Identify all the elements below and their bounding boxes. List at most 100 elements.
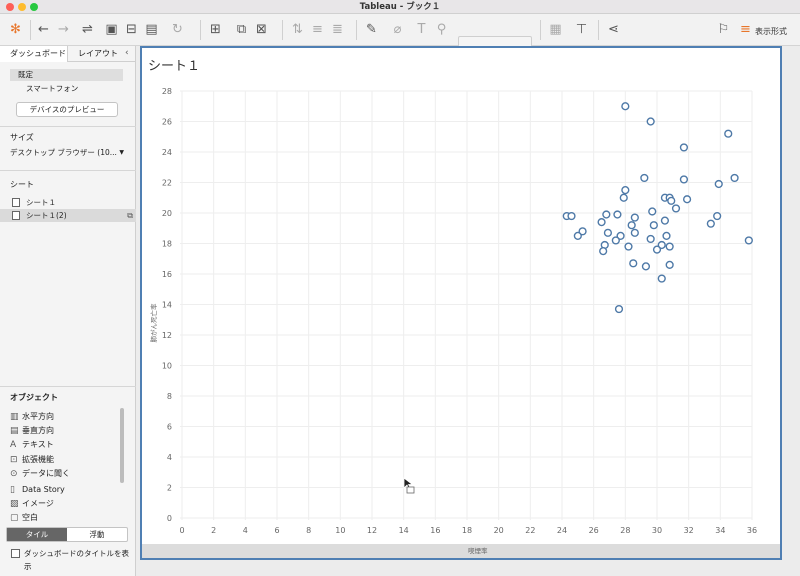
object-text[interactable]: A テキスト [10, 438, 54, 451]
scatter-point[interactable] [665, 242, 674, 251]
objects-scrollbar[interactable] [120, 408, 124, 483]
clear-icon[interactable]: ⊠ [254, 23, 269, 37]
collapse-icon[interactable]: ‹ [125, 48, 129, 58]
show-title-checkbox[interactable] [11, 549, 20, 558]
close-window-icon[interactable] [6, 3, 14, 11]
device-default[interactable]: 既定 [10, 69, 123, 81]
forward-icon[interactable]: → [56, 23, 71, 37]
minimize-window-icon[interactable] [18, 3, 26, 11]
x-tick-label: 36 [747, 526, 757, 535]
paperclip-icon[interactable]: ⌀ [390, 23, 405, 37]
scatter-point[interactable] [629, 259, 638, 268]
sheet-item[interactable]: シート１(2) ⧉ [0, 209, 136, 222]
duplicate-icon[interactable]: ⧉ [234, 23, 249, 37]
back-icon[interactable]: ← [36, 23, 51, 37]
scatter-point[interactable] [627, 221, 636, 230]
scatter-point[interactable] [646, 117, 655, 126]
scatter-point[interactable] [619, 193, 628, 202]
float-tab[interactable]: 浮動 [67, 528, 127, 541]
scatter-point[interactable] [730, 173, 739, 183]
paint-icon[interactable]: ⚐ [716, 23, 731, 37]
scatter-point[interactable] [597, 218, 606, 227]
scatter-point[interactable] [713, 211, 722, 221]
object-blank[interactable]: ▢ 空白 [10, 511, 38, 524]
new-datasource-icon[interactable]: ⊟ [124, 23, 139, 37]
scatter-point[interactable] [567, 211, 576, 221]
scatter-point[interactable] [671, 204, 681, 213]
scatter-point[interactable] [679, 143, 689, 152]
show-me-icon[interactable]: ≡ [738, 23, 753, 37]
size-select[interactable]: デスクトップ ブラウザー (10... ▼ [10, 147, 126, 159]
scatter-point[interactable] [630, 213, 639, 222]
scatter-point[interactable] [646, 234, 655, 244]
fit-icon[interactable]: ▦ [548, 23, 563, 37]
object-horizontal[interactable]: ▥ 水平方向 [10, 410, 54, 423]
scatter-point[interactable] [744, 236, 753, 245]
object-data-story[interactable]: ▯ Data Story [10, 483, 65, 496]
scatter-point[interactable] [657, 274, 666, 283]
share-icon[interactable]: ⋖ [606, 23, 621, 37]
x-tick-label: 2 [211, 526, 216, 535]
tile-tab[interactable]: タイル [7, 528, 67, 541]
open-sheet-icon[interactable]: ⧉ [127, 209, 133, 222]
scatter-point[interactable] [603, 228, 613, 237]
scatter-point[interactable] [660, 216, 670, 225]
tableau-logo-icon[interactable]: ✻ [8, 23, 23, 37]
scatter-point[interactable] [682, 195, 692, 204]
new-sheet-icon[interactable]: ⊞ [208, 23, 223, 37]
scatter-point[interactable] [652, 245, 662, 254]
save-icon[interactable]: ▣ [104, 23, 119, 37]
scatter-point[interactable] [714, 179, 723, 189]
object-extension[interactable]: ⊡ 拡張機能 [10, 453, 54, 466]
connect-icon[interactable]: ⇌ [80, 23, 95, 37]
scatter-point[interactable] [649, 221, 658, 230]
device-preview-button[interactable]: デバイスのプレビュー [16, 102, 118, 117]
swap-icon[interactable]: ⇅ [290, 23, 305, 37]
scatter-point[interactable] [641, 262, 651, 271]
scatter-point[interactable] [614, 304, 624, 314]
label-icon[interactable]: T [414, 23, 429, 37]
pin-icon[interactable]: ⚲ [434, 23, 449, 37]
object-label: イメージ [22, 499, 54, 508]
highlight-icon[interactable]: ✎ [364, 23, 379, 37]
presentation-icon[interactable]: ⊤ [574, 23, 589, 37]
scatter-point[interactable] [662, 231, 671, 240]
scatter-point[interactable] [573, 231, 582, 240]
refresh-icon[interactable]: ↻ [170, 23, 185, 37]
scatter-point[interactable] [630, 228, 639, 237]
new-datasource-dropdown-icon[interactable]: ▤ [144, 23, 159, 37]
scatter-point[interactable] [624, 242, 633, 251]
sort-asc-icon[interactable]: ≡ [310, 23, 325, 37]
x-tick-label: 34 [715, 526, 725, 535]
sheet-item[interactable]: シート１ [0, 196, 136, 209]
scatter-point[interactable] [621, 186, 630, 195]
scatter-point[interactable] [679, 175, 689, 184]
scatter-point[interactable] [667, 196, 676, 205]
tab-dashboard[interactable]: ダッシュボード [0, 46, 68, 62]
scatter-point[interactable] [599, 247, 608, 256]
scatter-point[interactable] [640, 173, 649, 183]
scatter-point[interactable] [613, 210, 622, 219]
scatter-point[interactable] [724, 129, 733, 138]
sort-desc-icon[interactable]: ≣ [330, 23, 345, 37]
object-vertical[interactable]: ▤ 垂直方向 [10, 424, 54, 437]
y-tick-label: 24 [162, 148, 172, 157]
device-phone[interactable]: スマートフォン [26, 83, 78, 94]
show-me-label[interactable]: 表示形式 [755, 26, 787, 37]
dashboard-canvas[interactable]: シート１ 0 2 4 6 8 10 12 14 16 18 20 22 24 26 28 0 2 4 6 8 10 12… [140, 46, 782, 560]
scatter-point[interactable] [665, 260, 674, 269]
y-tick-label: 0 [167, 514, 172, 523]
scatter-point[interactable] [621, 102, 630, 111]
tab-layout[interactable]: レイアウト [68, 46, 118, 62]
panel-tabs: ダッシュボード レイアウト ‹ [0, 46, 136, 62]
divider [0, 170, 136, 171]
object-ask-data[interactable]: ⊙ データに聞く [10, 467, 70, 480]
object-image[interactable]: ▨ イメージ [10, 497, 54, 510]
scatter-point[interactable] [648, 207, 657, 216]
x-tick-label: 14 [399, 526, 409, 535]
scatter-point[interactable] [602, 210, 611, 219]
scatter-point[interactable] [611, 236, 620, 245]
scatter-point[interactable] [706, 219, 715, 228]
scatter-chart[interactable]: 0246810121416182022242628 0 2 4 6 8 10 12 14 16 1… [142, 48, 780, 544]
maximize-window-icon[interactable] [30, 3, 38, 11]
